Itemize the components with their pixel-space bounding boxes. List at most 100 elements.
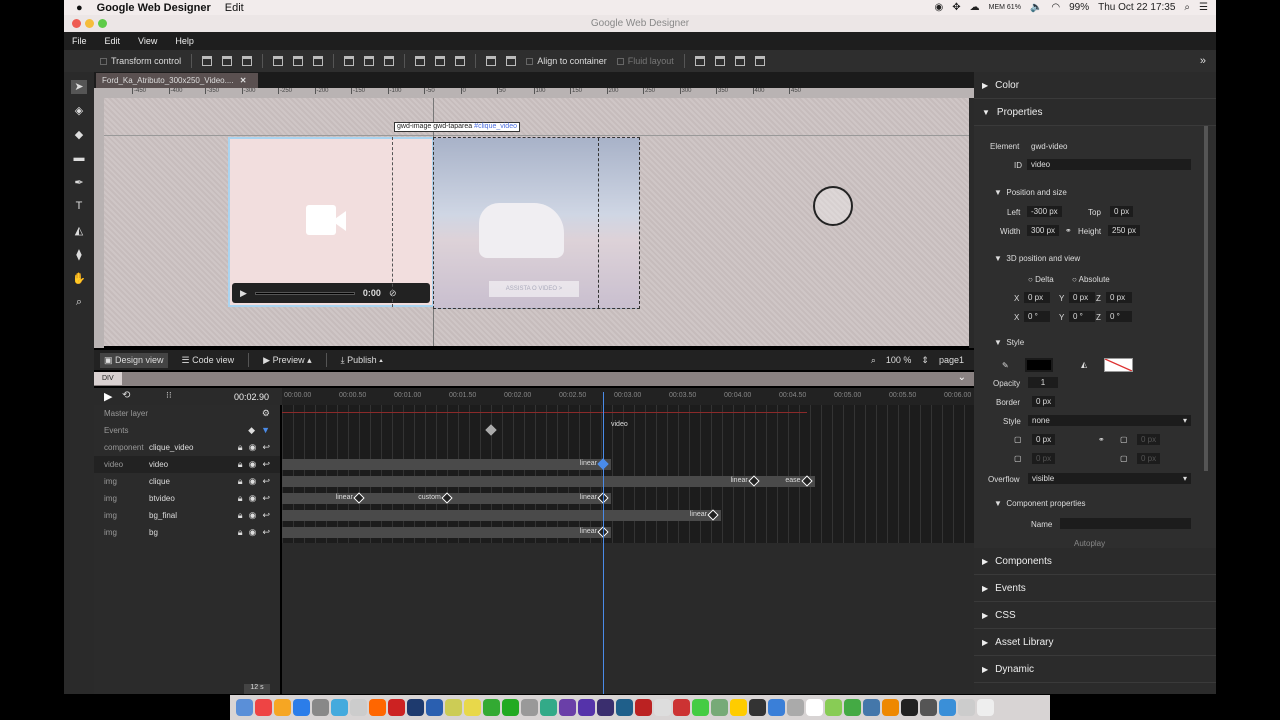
align-center-icon[interactable] — [293, 56, 304, 66]
position-x-input[interactable]: 0 px — [1024, 292, 1050, 303]
notification-icon[interactable]: ☰ — [1199, 2, 1208, 13]
cta-button[interactable]: ASSISTA O VIDEO > — [489, 281, 579, 297]
distribute-left-icon[interactable] — [415, 56, 426, 66]
layer-row[interactable]: component clique_video 🔒︎ ◉ ↩ — [94, 439, 280, 456]
dock-app-icon[interactable] — [236, 699, 253, 716]
link-icon[interactable]: ⚭ — [1065, 226, 1072, 235]
radius-bottom-left-input[interactable]: 0 px — [1032, 453, 1056, 464]
align-left-icon[interactable] — [273, 56, 284, 66]
zoom-tool-icon[interactable]: ⌕ — [71, 296, 87, 310]
revert-icon[interactable]: ↩ — [262, 510, 270, 521]
play-icon[interactable]: ▶ — [240, 288, 247, 299]
dock-app-icon[interactable] — [369, 699, 386, 716]
color-tool-icon[interactable]: ⧫ — [71, 248, 87, 262]
master-layer-row[interactable]: Master layer ⚙ — [94, 405, 280, 422]
lock-icon[interactable]: 🔒︎ — [238, 476, 243, 487]
dock-app-icon[interactable] — [559, 699, 576, 716]
current-time[interactable]: 00:02.90 — [234, 392, 269, 402]
layer-name[interactable]: bg_final — [149, 511, 219, 520]
distribute-top-icon[interactable] — [344, 56, 355, 66]
dock-app-icon[interactable] — [255, 699, 272, 716]
position-size-header[interactable]: ▼ Position and size — [994, 188, 1067, 197]
animation-bar[interactable] — [282, 510, 721, 521]
distribute-bottom-icon[interactable] — [384, 56, 395, 66]
section-header-components[interactable]: ▶ Components — [974, 548, 1216, 575]
layer-row[interactable]: video video 🔒︎ ◉ ↩ — [94, 456, 280, 473]
dock-app-icon[interactable] — [920, 699, 937, 716]
dock-app-icon[interactable] — [863, 699, 880, 716]
zoom-icon[interactable]: ⌕ — [871, 355, 876, 366]
dock-app-icon[interactable] — [407, 699, 424, 716]
battery-text[interactable]: 99% — [1069, 2, 1089, 13]
dock-app-icon[interactable] — [597, 699, 614, 716]
dock-app-icon[interactable] — [749, 699, 766, 716]
distribute-right-icon[interactable] — [455, 56, 466, 66]
distribute-vertical-icon[interactable] — [506, 56, 517, 66]
mem-status[interactable]: MEM 61% — [989, 4, 1021, 11]
transform-control-checkbox[interactable]: Transform control — [100, 56, 181, 66]
layer-name[interactable]: video — [149, 460, 219, 469]
3d-rotation-tool-icon[interactable]: ◈ — [71, 104, 87, 118]
absolute-radio[interactable]: ○ Absolute — [1072, 275, 1110, 284]
left-input[interactable]: -300 px — [1027, 206, 1062, 217]
radius-bottom-right-input[interactable]: 0 px — [1137, 453, 1161, 464]
rotation-y-input[interactable]: 0 ° — [1069, 311, 1095, 322]
menu-file[interactable]: File — [72, 36, 87, 46]
timeline-mode-icon[interactable]: ⁝⁝ — [166, 390, 172, 401]
layer-name[interactable]: bg — [149, 528, 219, 537]
layer-row[interactable]: img bg 🔒︎ ◉ ↩ — [94, 524, 280, 541]
vertical-ruler[interactable] — [94, 98, 104, 348]
apple-icon[interactable]: ● — [76, 2, 83, 14]
dock-app-icon[interactable] — [768, 699, 785, 716]
lock-icon[interactable]: 🔒︎ — [238, 459, 243, 470]
record-icon[interactable]: ◉ — [935, 2, 944, 13]
autoplay-checkbox[interactable]: Autoplay — [1074, 539, 1105, 548]
link-radius-icon[interactable]: ⚭ — [1098, 435, 1105, 444]
3d-translation-tool-icon[interactable]: ◆ — [71, 128, 87, 142]
lock-icon[interactable]: 🔒︎ — [238, 442, 243, 453]
events-row[interactable]: Events ◆ ▼ — [94, 422, 280, 439]
color-section-header[interactable]: ▶ Color — [974, 72, 1216, 99]
minimize-window-button[interactable] — [85, 19, 94, 28]
dock-app-icon[interactable] — [350, 699, 367, 716]
dock-app-icon[interactable] — [844, 699, 861, 716]
dock-app-icon[interactable] — [711, 699, 728, 716]
style-header[interactable]: ▼ Style — [994, 338, 1024, 347]
distribute-vcenter-icon[interactable] — [364, 56, 375, 66]
guide-horizontal[interactable] — [104, 135, 969, 136]
video-progress-bar[interactable] — [254, 291, 355, 295]
revert-icon[interactable]: ↩ — [262, 459, 270, 470]
radius-top-right-input[interactable]: 0 px — [1137, 434, 1161, 445]
dock-app-icon[interactable] — [825, 699, 842, 716]
timeline-tracks[interactable]: video linear linear ease linear custom linear… — [282, 405, 974, 543]
unwrap-icon[interactable] — [714, 56, 725, 66]
easing-label[interactable]: linear — [683, 511, 707, 518]
fill-tool-icon[interactable]: ◭ — [71, 224, 87, 238]
easing-label[interactable]: ease — [777, 477, 800, 484]
dock-app-icon[interactable] — [654, 699, 671, 716]
visibility-eye-icon[interactable]: ◉ — [249, 527, 257, 538]
animation-bar[interactable] — [282, 459, 611, 470]
close-window-button[interactable] — [72, 19, 81, 28]
expand-panel-icon[interactable]: » — [1200, 55, 1206, 67]
name-input[interactable] — [1060, 518, 1191, 529]
page-selector[interactable]: page1 — [939, 355, 964, 366]
dock-app-icon[interactable] — [939, 699, 956, 716]
breadcrumb-item[interactable]: DIV — [94, 372, 122, 385]
visibility-eye-icon[interactable]: ◉ — [249, 493, 257, 504]
spotlight-icon[interactable]: ⌕ — [1184, 2, 1190, 13]
visibility-eye-icon[interactable]: ◉ — [249, 476, 257, 487]
menu-view[interactable]: View — [138, 36, 157, 46]
playhead[interactable] — [603, 392, 604, 694]
stage-canvas[interactable]: ▶ 0:00 ⊘ ASSISTA O VIDEO > gwd-image gwd… — [104, 98, 969, 346]
layer-name[interactable]: clique_video — [149, 443, 219, 452]
revert-icon[interactable]: ↩ — [262, 493, 270, 504]
menu-edit[interactable]: Edit — [105, 36, 121, 46]
border-width-input[interactable]: 0 px — [1032, 396, 1056, 407]
dock-app-icon[interactable] — [312, 699, 329, 716]
text-tool-icon[interactable]: T — [71, 200, 87, 214]
lock-icon[interactable]: 🔒︎ — [238, 510, 243, 521]
section-header-dynamic[interactable]: ▶ Dynamic — [974, 656, 1216, 683]
dock-app-icon[interactable] — [502, 699, 519, 716]
position-z-input[interactable]: 0 px — [1106, 292, 1132, 303]
